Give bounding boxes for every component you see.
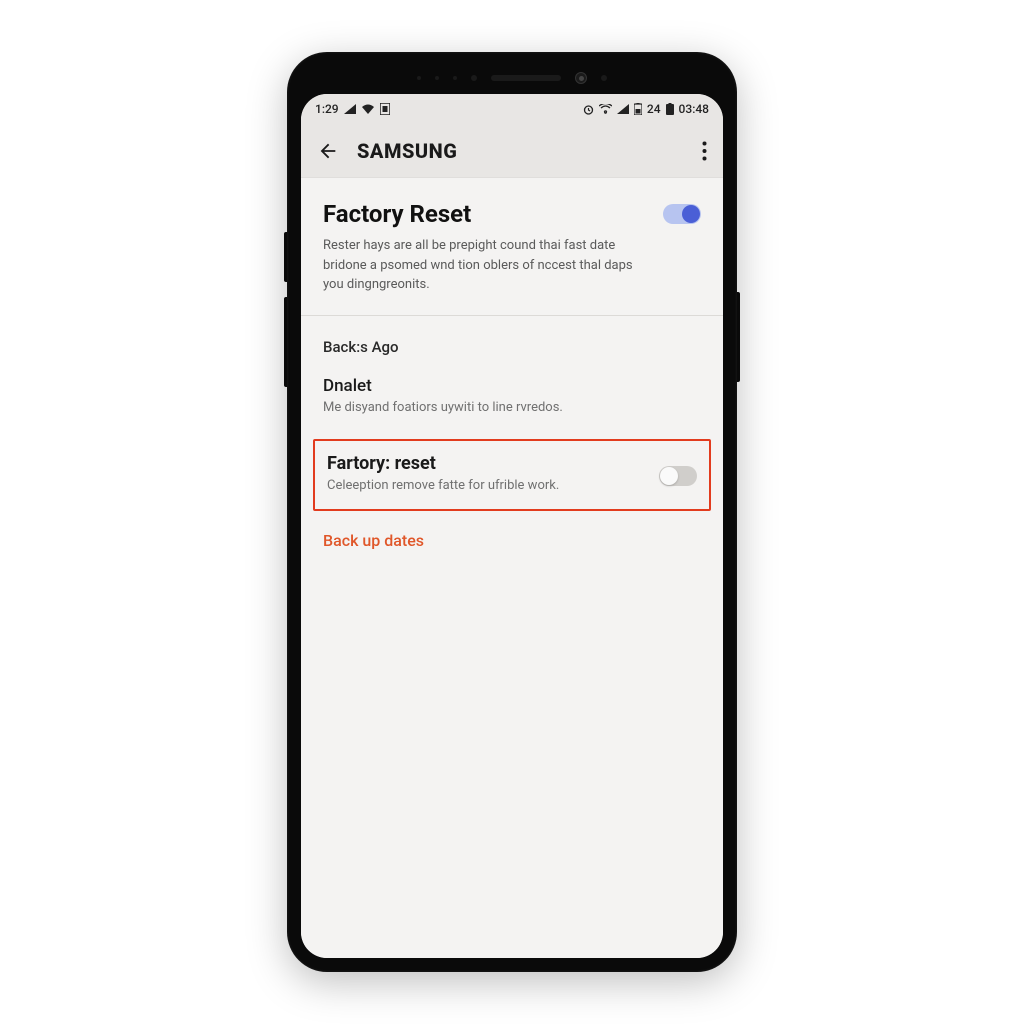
volume-up-button[interactable] xyxy=(284,232,287,282)
highlighted-setting: Fartory: reset Celeeption remove fatte f… xyxy=(313,439,711,511)
back-button[interactable] xyxy=(317,140,339,162)
app-bar: SAMSUNG xyxy=(301,124,723,178)
factory-reset-master-toggle[interactable] xyxy=(663,204,701,224)
sim-icon xyxy=(380,103,390,115)
battery-icon-2 xyxy=(666,103,674,115)
sensor-dot xyxy=(417,76,421,80)
sensor-dot xyxy=(453,76,457,80)
page-title: Factory Reset xyxy=(323,200,651,228)
setting-title: Dnalet xyxy=(323,376,701,396)
status-bar: 1:29 xyxy=(301,94,723,124)
wifi-icon xyxy=(599,104,612,114)
screen: 1:29 xyxy=(301,94,723,958)
status-bar-right: 24 03:48 xyxy=(583,102,709,116)
status-time-left: 1:29 xyxy=(315,102,339,116)
toggle-knob xyxy=(682,205,700,223)
setting-subtitle: Celeeption remove fatte for ufrible work… xyxy=(327,477,647,495)
sensor-dot xyxy=(601,75,607,81)
toggle-knob xyxy=(660,467,678,485)
status-time-right: 03:48 xyxy=(679,102,709,116)
setting-subtitle: Me disyand foatiors uywiti to line rvred… xyxy=(323,399,701,417)
setting-title: Fartory: reset xyxy=(327,453,647,474)
factory-reset-item-toggle[interactable] xyxy=(659,466,697,486)
signal-icon xyxy=(617,104,629,114)
section-label: Back:s Ago xyxy=(301,316,723,362)
signal-icon xyxy=(344,104,356,114)
setting-item-dnalet[interactable]: Dnalet Me disyand foatiors uywiti to lin… xyxy=(301,362,723,433)
backup-dates-link[interactable]: Back up dates xyxy=(301,513,723,568)
proximity-sensor xyxy=(471,75,477,81)
power-button[interactable] xyxy=(737,292,740,382)
more-options-button[interactable] xyxy=(702,141,707,161)
sensor-bar xyxy=(301,66,723,94)
sensor-dot xyxy=(435,76,439,80)
alarm-icon xyxy=(583,104,594,115)
phone-frame: 1:29 xyxy=(287,52,737,972)
volume-down-button[interactable] xyxy=(284,297,287,387)
page-header: Factory Reset Rester hays are all be pre… xyxy=(301,178,723,316)
front-camera xyxy=(575,72,587,84)
wifi-icon xyxy=(361,104,375,114)
page-description: Rester hays are all be prepight cound th… xyxy=(323,236,651,295)
brand-title: SAMSUNG xyxy=(357,139,684,163)
status-bar-left: 1:29 xyxy=(315,102,390,116)
content-area: Factory Reset Rester hays are all be pre… xyxy=(301,178,723,958)
battery-percent: 24 xyxy=(647,102,661,116)
earpiece-speaker xyxy=(491,75,561,81)
setting-item-factory-reset[interactable]: Fartory: reset Celeeption remove fatte f… xyxy=(315,441,709,509)
battery-icon-1 xyxy=(634,103,642,115)
